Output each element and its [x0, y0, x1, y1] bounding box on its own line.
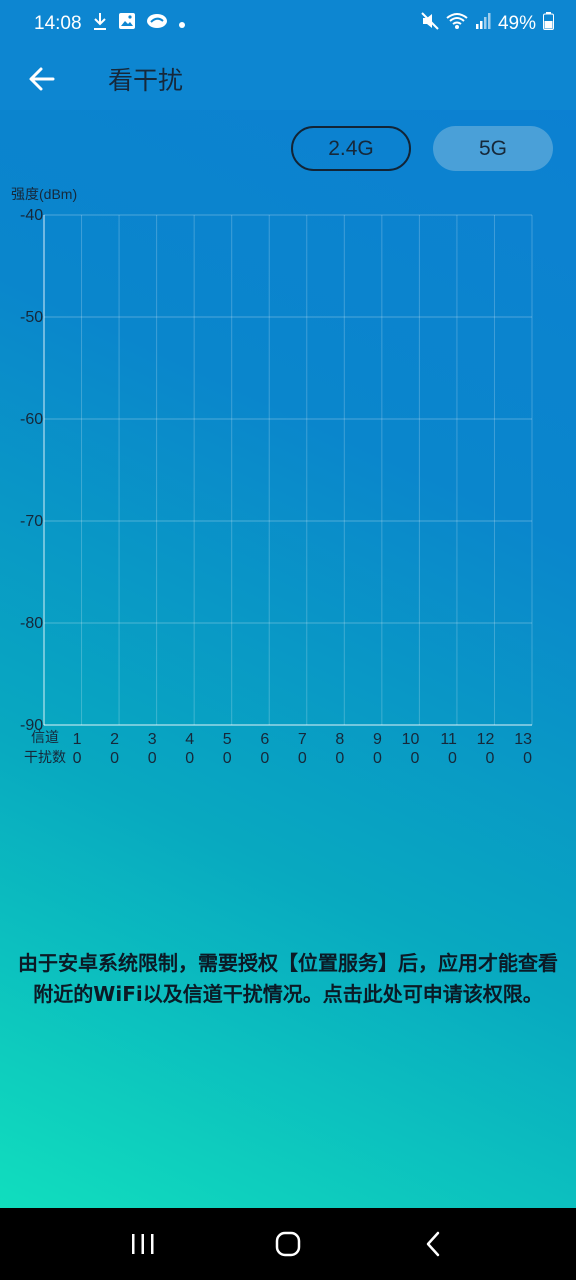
location-permission-notice[interactable]: 由于安卓系统限制，需要授权【位置服务】后，应用才能查看附近的WiFi以及信道干扰…	[18, 948, 558, 1010]
image-icon	[118, 12, 136, 36]
interference-count: 0	[298, 750, 307, 767]
app-bar: 看干扰	[0, 48, 576, 110]
y-axis-ticks: -40-50-60-70-80-90	[20, 207, 43, 734]
y-axis-label: 强度(dBm)	[11, 186, 77, 202]
channel-label: 1	[73, 731, 82, 748]
status-bar: 14:08 49%	[0, 0, 576, 48]
y-tick-label: -60	[20, 411, 43, 428]
interference-count: 0	[73, 750, 82, 767]
channel-row-label: 信道	[31, 729, 59, 745]
channel-label: 8	[335, 731, 344, 748]
nav-back-button[interactable]	[403, 1214, 463, 1274]
interference-count: 0	[486, 750, 495, 767]
band-5g-button[interactable]: 5G	[433, 126, 553, 171]
channel-label: 7	[298, 731, 307, 748]
arrow-left-icon	[29, 67, 55, 91]
interference-count: 0	[260, 750, 269, 767]
recent-apps-button[interactable]	[113, 1214, 173, 1274]
page-title: 看干扰	[108, 66, 184, 95]
home-icon	[275, 1231, 301, 1257]
channel-label: 5	[223, 731, 232, 748]
battery-label: 49%	[497, 13, 536, 34]
recent-apps-icon	[131, 1234, 154, 1254]
home-button[interactable]	[258, 1214, 318, 1274]
navigation-bar	[0, 1208, 576, 1280]
chart-grid	[43, 214, 533, 726]
channel-label: 3	[148, 731, 157, 748]
row-labels: 信道干扰数	[24, 729, 66, 765]
channel-label: 10	[402, 731, 420, 748]
interference-count: 0	[410, 750, 419, 767]
channel-label: 4	[185, 731, 194, 748]
y-tick-label: -50	[20, 309, 43, 326]
interference-count: 0	[110, 750, 119, 767]
interference-count: 0	[373, 750, 382, 767]
interference-row-label: 干扰数	[24, 749, 66, 765]
channel-label: 9	[373, 731, 382, 748]
cloud-icon	[146, 12, 168, 36]
channel-label: 13	[514, 731, 532, 748]
channel-label: 11	[440, 731, 457, 748]
interference-counts: 0 0 0 0 0 0 0 0 0 0 0 0 0	[73, 750, 532, 767]
interference-chart: 强度(dBm) -40-50-60-70-80-90 信道干扰数 1234567…	[11, 186, 533, 767]
channel-labels: 1 2 3 4 5 6 7 8 9 10 11 12 13	[73, 731, 532, 748]
channel-label: 6	[260, 731, 269, 748]
channel-label: 12	[477, 731, 495, 748]
y-tick-label: -40	[20, 207, 43, 224]
signal-icon	[475, 12, 491, 36]
interference-count: 0	[185, 750, 194, 767]
band-2-4g-button[interactable]: 2.4G	[291, 126, 411, 171]
y-tick-label: -70	[20, 513, 43, 530]
download-icon	[92, 11, 108, 37]
back-icon	[427, 1231, 440, 1257]
status-time: 14:08	[34, 13, 82, 34]
interference-count: 0	[148, 750, 157, 767]
interference-count: 0	[335, 750, 344, 767]
battery-icon	[543, 12, 554, 36]
interference-count: 0	[223, 750, 232, 767]
channel-label: 2	[110, 731, 119, 748]
y-tick-label: -80	[20, 615, 43, 632]
interference-count: 0	[523, 750, 532, 767]
interference-count: 0	[448, 750, 457, 767]
wifi-icon	[446, 12, 468, 36]
mute-icon	[421, 12, 439, 36]
back-button[interactable]	[12, 51, 72, 107]
dot-icon	[178, 13, 186, 35]
